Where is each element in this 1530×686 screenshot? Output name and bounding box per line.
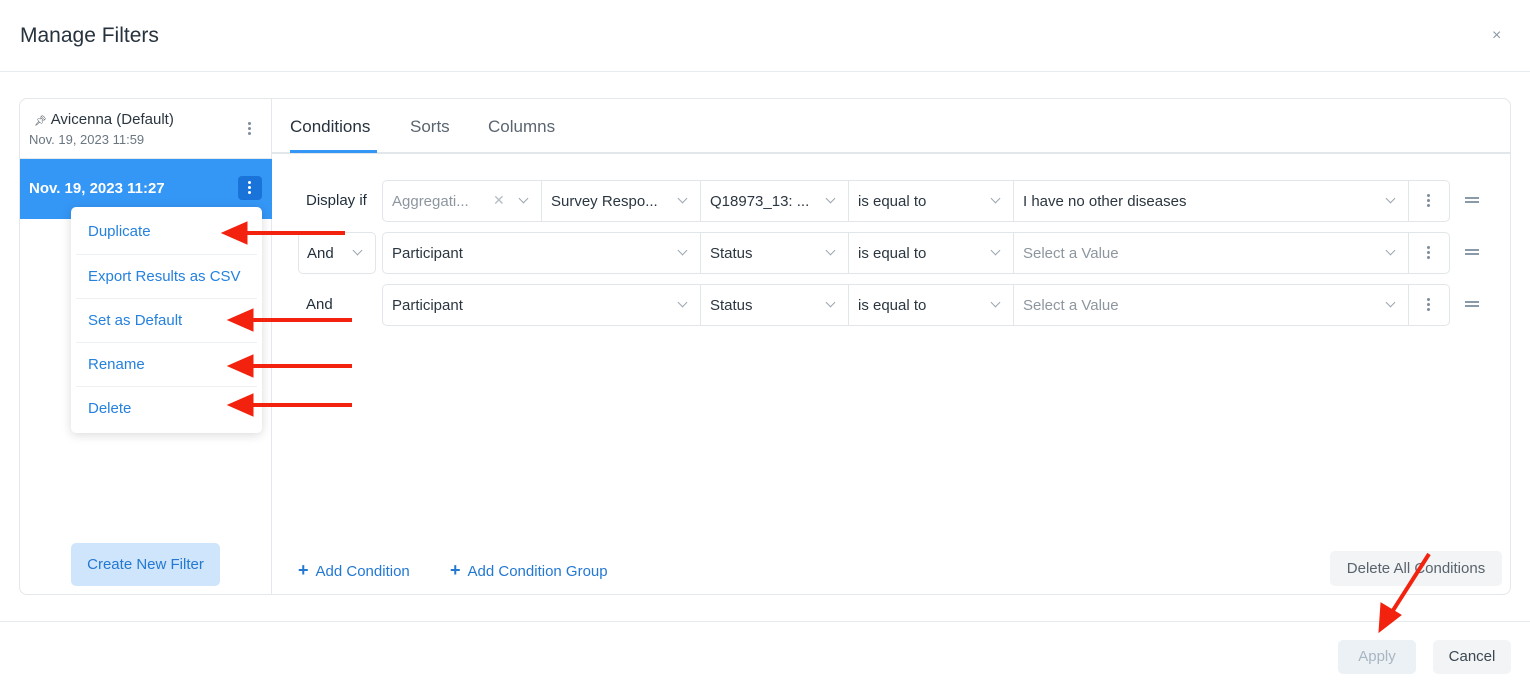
tab-sorts[interactable]: Sorts: [410, 117, 450, 137]
plus-icon: +: [450, 560, 461, 580]
chevron-down-icon: [677, 245, 688, 256]
condition-options-button[interactable]: [1409, 181, 1449, 221]
chevron-down-icon: [677, 297, 688, 308]
filter-context-menu: Duplicate Export Results as CSV Set as D…: [71, 207, 262, 433]
menu-item-rename[interactable]: Rename: [76, 342, 257, 386]
chevron-down-icon: [352, 245, 363, 256]
condition-options-button[interactable]: [1409, 285, 1449, 325]
filter-date: Nov. 19, 2023 11:59: [29, 132, 145, 147]
pin-icon: 📌︎: [34, 116, 47, 127]
menu-item-export-csv[interactable]: Export Results as CSV: [76, 254, 257, 298]
condition-prefix: Display if: [306, 192, 367, 209]
condition-options-button[interactable]: [1409, 233, 1449, 273]
more-options-icon: [248, 181, 252, 194]
condition-row: And Participant Status is equal to Selec…: [279, 284, 1499, 326]
drag-handle-icon[interactable]: [1465, 301, 1479, 307]
chevron-down-icon: [990, 193, 1001, 204]
more-options-icon: [1427, 246, 1431, 259]
drag-handle-icon[interactable]: [1465, 249, 1479, 255]
condition-row: Display if Aggregati... ✕ Survey Respo..…: [279, 180, 1499, 222]
chevron-down-icon: [1385, 245, 1396, 256]
chevron-down-icon: [990, 297, 1001, 308]
chevron-down-icon: [1385, 297, 1396, 308]
chevron-down-icon: [518, 193, 529, 204]
tab-columns[interactable]: Columns: [488, 117, 555, 137]
filter-item-default[interactable]: 📌︎ Avicenna (Default) Nov. 19, 2023 11:59: [20, 99, 272, 159]
dialog-title: Manage Filters: [20, 24, 159, 47]
dialog-header: Manage Filters ×: [0, 0, 1530, 72]
operator-select[interactable]: is equal to: [849, 233, 1014, 273]
clear-icon[interactable]: ✕: [493, 192, 505, 209]
source-select[interactable]: Survey Respo...: [542, 181, 701, 221]
more-options-button[interactable]: [238, 176, 262, 200]
tab-bar: Conditions Sorts Columns: [272, 99, 1510, 154]
value-select[interactable]: I have no other diseases: [1014, 181, 1409, 221]
add-condition-link[interactable]: + Add Condition: [298, 560, 410, 581]
create-new-filter-button[interactable]: Create New Filter: [71, 543, 220, 586]
chevron-down-icon: [825, 297, 836, 308]
footer-divider: [0, 621, 1530, 622]
close-icon[interactable]: ×: [1492, 28, 1501, 44]
menu-item-delete[interactable]: Delete: [76, 386, 257, 430]
source-select[interactable]: Participant: [383, 285, 701, 325]
aggregation-select[interactable]: Aggregati... ✕: [383, 181, 542, 221]
more-options-icon: [1427, 298, 1431, 311]
menu-item-set-default[interactable]: Set as Default: [76, 298, 257, 342]
operator-select[interactable]: is equal to: [849, 181, 1014, 221]
cancel-button[interactable]: Cancel: [1433, 640, 1511, 674]
apply-button[interactable]: Apply: [1338, 640, 1416, 674]
chevron-down-icon: [677, 193, 688, 204]
add-condition-group-link[interactable]: + Add Condition Group: [450, 560, 608, 581]
menu-item-duplicate[interactable]: Duplicate: [76, 210, 257, 254]
plus-icon: +: [298, 560, 309, 580]
more-options-icon[interactable]: [248, 122, 252, 135]
condition-prefix: And: [306, 296, 333, 313]
chevron-down-icon: [1385, 193, 1396, 204]
operator-select[interactable]: is equal to: [849, 285, 1014, 325]
chevron-down-icon: [990, 245, 1001, 256]
chevron-down-icon: [825, 193, 836, 204]
field-select[interactable]: Q18973_13: ...: [701, 181, 849, 221]
condition-row: And Participant Status is equal to Selec…: [279, 232, 1499, 274]
value-select[interactable]: Select a Value: [1014, 285, 1409, 325]
field-select[interactable]: Status: [701, 285, 849, 325]
tab-conditions[interactable]: Conditions: [290, 117, 370, 137]
field-select[interactable]: Status: [701, 233, 849, 273]
active-tab-indicator: [290, 150, 377, 153]
value-select[interactable]: Select a Value: [1014, 233, 1409, 273]
drag-handle-icon[interactable]: [1465, 197, 1479, 203]
filter-name: Avicenna (Default): [50, 111, 174, 128]
source-select[interactable]: Participant: [383, 233, 701, 273]
chevron-down-icon: [825, 245, 836, 256]
logic-operator-select[interactable]: And: [298, 232, 376, 274]
more-options-icon: [1427, 194, 1431, 207]
delete-all-conditions-button[interactable]: Delete All Conditions: [1330, 551, 1502, 586]
filter-name: Nov. 19, 2023 11:27: [29, 180, 165, 197]
